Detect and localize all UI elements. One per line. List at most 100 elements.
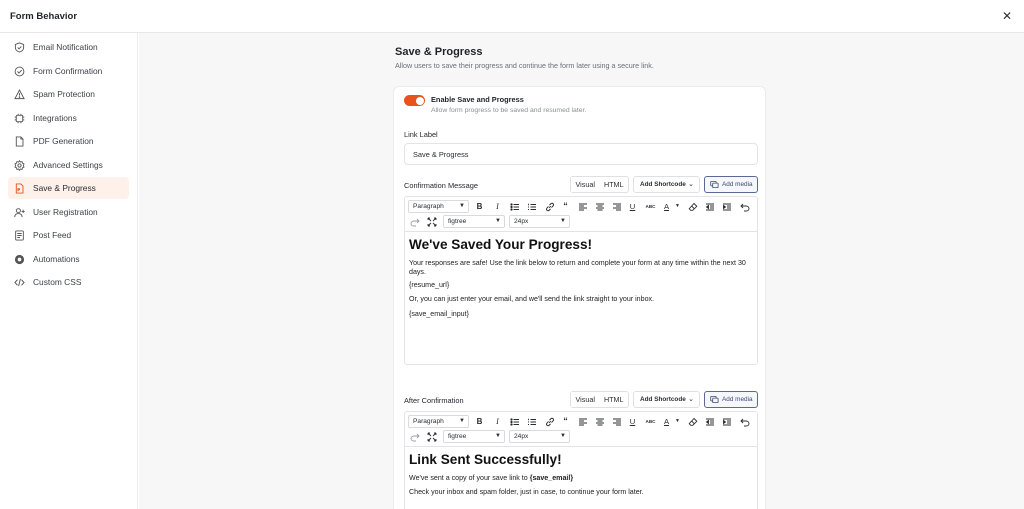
settings-card: Enable Save and Progress Allow form prog… — [393, 86, 766, 509]
align-right-icon[interactable] — [611, 201, 622, 212]
sidebar-item-custom-css[interactable]: Custom CSS — [8, 271, 129, 293]
sidebar-item-form-confirmation[interactable]: Form Confirmation — [8, 60, 129, 82]
resume-url-shortcode: {resume_url} — [409, 281, 450, 289]
underline-icon[interactable]: U — [627, 201, 638, 212]
save-email-input-shortcode: {save_email_input} — [409, 310, 469, 318]
bold-icon[interactable]: B — [474, 201, 485, 212]
line-1-prefix: We've sent a copy of your save link to — [409, 474, 530, 482]
align-right-icon[interactable] — [611, 416, 622, 427]
html-tab[interactable]: HTML — [600, 177, 629, 192]
paragraph-format-select[interactable]: Paragraph ▼ — [408, 200, 469, 213]
chevron-down-icon: ▼ — [459, 418, 465, 424]
chevron-down-icon[interactable]: ▼ — [672, 416, 683, 427]
sidebar-item-label: Post Feed — [33, 230, 72, 240]
paragraph-format-select[interactable]: Paragraph ▼ — [408, 415, 469, 428]
link-label-heading: Link Label — [404, 130, 438, 139]
sidebar-item-label: PDF Generation — [33, 136, 94, 146]
enable-save-progress-toggle[interactable] — [404, 95, 425, 106]
numbered-list-icon[interactable] — [526, 201, 537, 212]
undo-icon[interactable] — [739, 416, 750, 427]
link-icon[interactable] — [544, 416, 555, 427]
bullet-list-icon[interactable] — [509, 201, 520, 212]
add-media-button[interactable]: Add media — [704, 391, 758, 408]
visual-tab[interactable]: Visual — [571, 177, 600, 192]
fullscreen-icon[interactable] — [426, 216, 437, 227]
chevron-down-icon[interactable]: ▼ — [672, 201, 683, 212]
chevron-down-icon: ▼ — [560, 218, 566, 224]
font-value: figtree — [448, 218, 467, 225]
eraser-icon[interactable] — [687, 416, 698, 427]
gear-icon — [13, 159, 25, 171]
sidebar-item-user-registration[interactable]: User Registration — [8, 201, 129, 223]
confirmation-paragraph: Your responses are safe! Use the link be… — [409, 259, 746, 276]
sidebar-item-automations[interactable]: Automations — [8, 248, 129, 270]
sidebar-item-label: Custom CSS — [33, 277, 82, 287]
confirmation-content-area[interactable]: We've Saved Your Progress! Your response… — [405, 231, 757, 364]
numbered-list-icon[interactable] — [526, 416, 537, 427]
font-family-select[interactable]: figtree ▼ — [443, 430, 505, 443]
quote-icon[interactable]: “ — [560, 416, 571, 427]
confirmation-paragraph: Or, you can just enter your email, and w… — [409, 295, 655, 303]
chevron-down-icon: ▼ — [560, 433, 566, 439]
underline-icon[interactable]: U — [627, 416, 638, 427]
add-media-button[interactable]: Add media — [704, 176, 758, 193]
after-confirmation-heading: Link Sent Successfully! — [409, 452, 562, 467]
after-confirmation-content-area[interactable]: Link Sent Successfully! We've sent a cop… — [405, 446, 757, 509]
eraser-icon[interactable] — [687, 201, 698, 212]
bullet-list-icon[interactable] — [509, 416, 520, 427]
sidebar-item-pdf-generation[interactable]: PDF Generation — [8, 130, 129, 152]
sidebar-item-email-notification[interactable]: Email Notification — [8, 36, 129, 58]
add-shortcode-button[interactable]: Add Shortcode ⌄ — [633, 176, 700, 193]
size-value: 24px — [514, 433, 529, 440]
sidebar-item-post-feed[interactable]: Post Feed — [8, 224, 129, 246]
sidebar-item-label: User Registration — [33, 207, 98, 217]
strikethrough-icon[interactable]: ABC — [645, 416, 656, 427]
align-left-icon[interactable] — [577, 201, 588, 212]
media-icon — [710, 395, 719, 404]
italic-icon[interactable]: I — [492, 201, 503, 212]
after-confirmation-line-2: Check your inbox and spam folder, just i… — [409, 488, 644, 496]
document-icon — [13, 135, 25, 147]
text-color-icon[interactable]: A — [661, 416, 672, 427]
indent-increase-icon[interactable] — [721, 416, 732, 427]
indent-increase-icon[interactable] — [721, 201, 732, 212]
format-value: Paragraph — [413, 418, 444, 425]
link-icon[interactable] — [544, 201, 555, 212]
redo-icon[interactable] — [409, 216, 420, 227]
font-value: figtree — [448, 433, 467, 440]
html-tab[interactable]: HTML — [600, 392, 629, 407]
sidebar-item-integrations[interactable]: Integrations — [8, 107, 129, 129]
strikethrough-icon[interactable]: ABC — [645, 201, 656, 212]
sidebar-item-label: Form Confirmation — [33, 66, 103, 76]
fullscreen-icon[interactable] — [426, 431, 437, 442]
editor-toolbar-row-1: Paragraph ▼ B I “ U ABC A ▼ — [405, 414, 757, 429]
indent-decrease-icon[interactable] — [704, 201, 715, 212]
undo-icon[interactable] — [739, 201, 750, 212]
text-color-icon[interactable]: A — [661, 201, 672, 212]
align-center-icon[interactable] — [594, 416, 605, 427]
quote-icon[interactable]: “ — [560, 201, 571, 212]
align-left-icon[interactable] — [577, 416, 588, 427]
font-size-select[interactable]: 24px ▼ — [509, 215, 570, 228]
editor-toolbar-row-2: figtree ▼ 24px ▼ — [405, 429, 757, 444]
sidebar-item-advanced-settings[interactable]: Advanced Settings — [8, 154, 129, 176]
italic-icon[interactable]: I — [492, 416, 503, 427]
bold-icon[interactable]: B — [474, 416, 485, 427]
align-center-icon[interactable] — [594, 201, 605, 212]
after-confirmation-label: After Confirmation — [404, 396, 464, 405]
modal-header: Form Behavior ✕ — [0, 0, 1024, 33]
sidebar: Email Notification Form Confirmation Spa… — [0, 33, 138, 509]
font-size-select[interactable]: 24px ▼ — [509, 430, 570, 443]
user-plus-icon — [13, 206, 25, 218]
sidebar-item-spam-protection[interactable]: Spam Protection — [8, 83, 129, 105]
redo-icon[interactable] — [409, 431, 420, 442]
sidebar-item-save-progress[interactable]: Save & Progress — [8, 177, 129, 199]
visual-tab[interactable]: Visual — [571, 392, 600, 407]
font-family-select[interactable]: figtree ▼ — [443, 215, 505, 228]
confirmation-message-editor: Paragraph ▼ B I “ U ABC A ▼ figtree ▼ 24… — [404, 196, 758, 365]
add-shortcode-button[interactable]: Add Shortcode ⌄ — [633, 391, 700, 408]
indent-decrease-icon[interactable] — [704, 416, 715, 427]
close-icon[interactable]: ✕ — [1000, 9, 1014, 23]
after-confirmation-line-1: We've sent a copy of your save link to {… — [409, 474, 755, 483]
link-label-input[interactable] — [404, 143, 758, 165]
